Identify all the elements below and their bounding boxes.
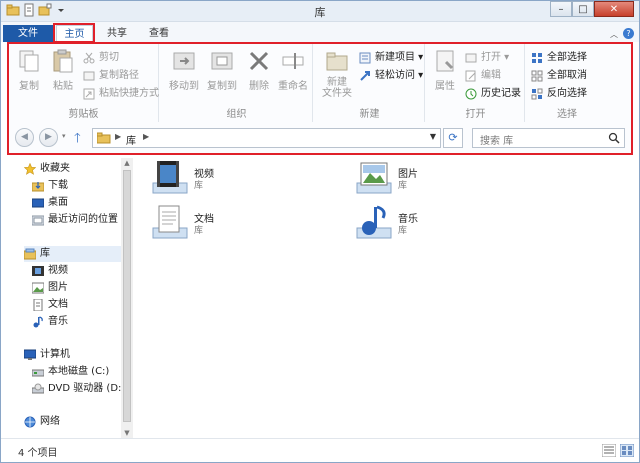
recent-places-icon: [32, 215, 44, 226]
desktop-icon: [32, 198, 44, 208]
nav-recent-places-label: 最近访问的位置: [48, 214, 118, 225]
library-item-music[interactable]: 音乐 库: [355, 204, 525, 244]
ribbon-highlight: [7, 42, 633, 155]
home-tab-highlight: [53, 23, 95, 43]
picture-icon: [32, 282, 44, 294]
ribbon-tabs: 文件 主页 共享 查看 ︿ ?: [0, 22, 640, 42]
computer-icon: [24, 349, 36, 360]
nav-dvd-drive[interactable]: DVD 驱动器 (D:): [32, 381, 125, 397]
nav-favorites-label: 收藏夹: [40, 163, 70, 174]
dvd-drive-icon: [32, 383, 44, 394]
help-icon[interactable]: ?: [623, 28, 634, 39]
content-pane: 视频 库 图片 库 文档 库 音乐 库: [137, 155, 633, 438]
library-item-type: 库: [194, 181, 204, 191]
nav-libraries-label: 库: [40, 248, 50, 259]
nav-scrollbar[interactable]: ▲ ▼: [121, 158, 133, 438]
hard-drive-icon: [32, 369, 44, 377]
details-view-icon[interactable]: [602, 444, 616, 457]
nav-pictures[interactable]: 图片: [32, 280, 68, 296]
maximize-button[interactable]: □: [572, 1, 594, 17]
nav-recent-places[interactable]: 最近访问的位置: [32, 212, 118, 228]
nav-libraries[interactable]: 库: [24, 246, 124, 262]
libraries-icon: [24, 248, 36, 260]
nav-computer-label: 计算机: [40, 349, 70, 360]
nav-local-disk[interactable]: 本地磁盘 (C:): [32, 364, 109, 380]
nav-downloads-label: 下载: [48, 180, 68, 191]
status-bar: 4 个项目: [0, 438, 640, 463]
downloads-folder-icon: [32, 182, 44, 192]
network-icon: [24, 416, 36, 428]
pictures-library-icon: [356, 162, 392, 194]
nav-network-label: 网络: [40, 416, 60, 427]
nav-desktop-label: 桌面: [48, 197, 68, 208]
nav-pictures-label: 图片: [48, 282, 68, 293]
nav-local-disk-label: 本地磁盘 (C:): [48, 366, 110, 377]
music-note-icon: [33, 316, 43, 328]
library-item-documents[interactable]: 文档 库: [151, 204, 321, 244]
tab-file[interactable]: 文件: [3, 25, 53, 42]
library-item-type: 库: [398, 226, 408, 236]
minimize-button[interactable]: –: [550, 1, 572, 17]
scroll-thumb[interactable]: [123, 170, 131, 422]
item-count: 4 个项目: [18, 448, 58, 459]
star-icon: [24, 163, 36, 175]
nav-favorites[interactable]: 收藏夹: [24, 161, 70, 177]
nav-desktop[interactable]: 桌面: [32, 195, 68, 211]
document-icon: [33, 299, 43, 311]
videos-library-icon: [152, 161, 188, 194]
nav-documents-label: 文档: [48, 299, 68, 310]
nav-videos-label: 视频: [48, 265, 68, 276]
nav-network[interactable]: 网络: [24, 414, 60, 430]
close-button[interactable]: ✕: [594, 1, 634, 17]
nav-dvd-drive-label: DVD 驱动器 (D:): [48, 383, 126, 394]
video-icon: [32, 266, 44, 276]
window-title: 库: [314, 6, 326, 19]
nav-videos[interactable]: 视频: [32, 263, 68, 279]
navigation-pane: 收藏夹 下载 桌面 最近访问的位置 库 视频 图片 文档 音乐 计算机 本地磁盘…: [8, 155, 134, 438]
library-item-type: 库: [194, 226, 204, 236]
large-icons-view-icon[interactable]: [620, 444, 634, 457]
scroll-down-icon[interactable]: ▼: [121, 428, 133, 438]
scroll-up-icon[interactable]: ▲: [121, 158, 133, 168]
library-item-videos[interactable]: 视频 库: [151, 159, 321, 199]
nav-music[interactable]: 音乐: [32, 314, 68, 330]
title-bar: 库 – □ ✕: [0, 0, 640, 22]
library-item-pictures[interactable]: 图片 库: [355, 159, 525, 199]
nav-documents[interactable]: 文档: [32, 297, 68, 313]
nav-music-label: 音乐: [48, 316, 68, 327]
tab-view[interactable]: 查看: [142, 25, 176, 42]
documents-library-icon: [152, 205, 188, 239]
nav-computer[interactable]: 计算机: [24, 347, 70, 363]
nav-downloads[interactable]: 下载: [32, 178, 68, 194]
music-library-icon: [356, 205, 392, 239]
tab-share[interactable]: 共享: [100, 25, 134, 42]
library-item-type: 库: [398, 181, 408, 191]
window-controls: – □ ✕: [550, 1, 634, 17]
collapse-ribbon-icon[interactable]: ︿: [610, 29, 618, 40]
